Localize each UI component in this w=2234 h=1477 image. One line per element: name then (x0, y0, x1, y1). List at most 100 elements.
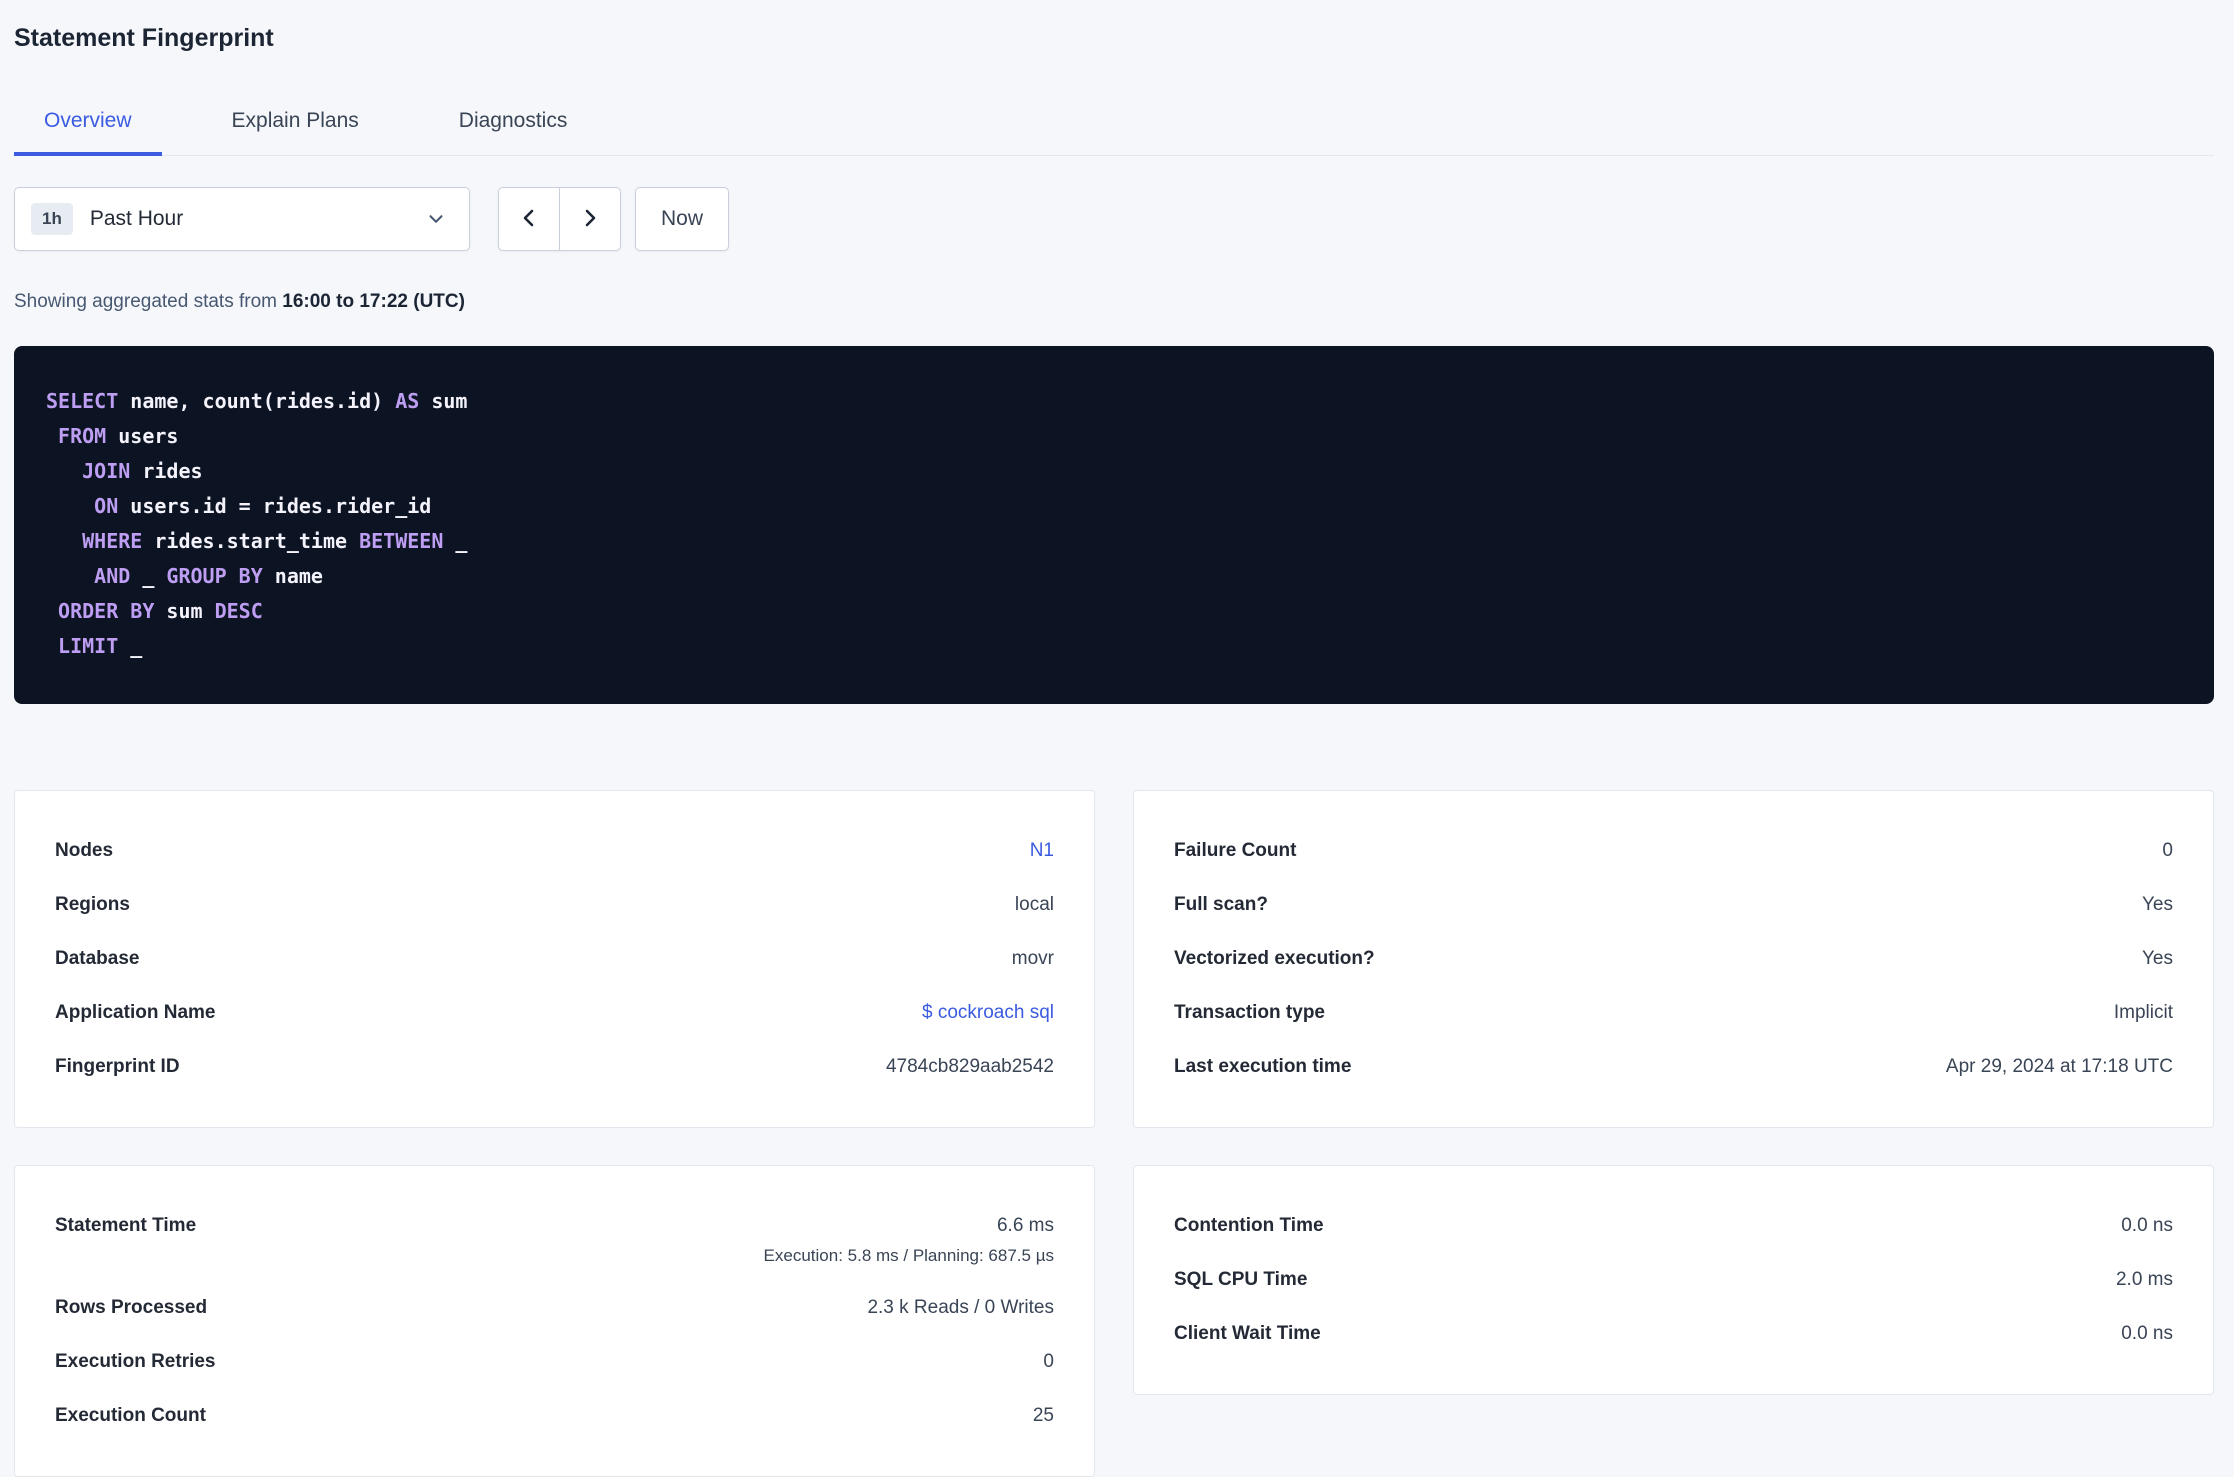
next-interval-button[interactable] (559, 187, 621, 251)
prev-interval-button[interactable] (498, 187, 560, 251)
row-value-wrap: 25 (1033, 1402, 1054, 1429)
card-row: Application Name $ cockroach sql (55, 986, 1054, 1040)
row-value: 0 (2162, 840, 2173, 861)
card-row: Database movr (55, 932, 1054, 986)
row-value-wrap: Yes (2142, 891, 2173, 918)
statement-time-card: Statement Time 6.6 ms Execution: 5.8 ms / … (14, 1165, 1095, 1477)
stats-prefix: Showing aggregated stats from (14, 291, 277, 312)
time-range-label: Past Hour (89, 207, 184, 230)
row-label: SQL CPU Time (1174, 1269, 1308, 1290)
sql-line: JOIN rides (82, 459, 203, 483)
row-label: Execution Retries (55, 1351, 216, 1372)
row-label: Contention Time (1174, 1215, 1324, 1236)
card-row: Contention Time 0.0 ns (1174, 1199, 2173, 1253)
row-value: Yes (2142, 948, 2173, 969)
row-label: Vectorized execution? (1174, 948, 1375, 969)
tab-diagnostics[interactable]: Diagnostics (429, 95, 598, 155)
sql-line: LIMIT _ (58, 634, 143, 658)
row-label: Transaction type (1174, 1002, 1325, 1023)
card-row: Rows Processed 2.3 k Reads / 0 Writes (55, 1281, 1054, 1335)
stats-range: 16:00 to 17:22 (UTC) (282, 291, 465, 312)
tab-explain-plans[interactable]: Explain Plans (202, 95, 389, 155)
sql-line: ON users.id = rides.rider_id (94, 494, 432, 518)
statement-details-card: Nodes N1 Regions local Database movr Applicati… (14, 790, 1095, 1128)
row-value: movr (1011, 948, 1054, 969)
row-value-wrap: Apr 29, 2024 at 17:18 UTC (1946, 1053, 2173, 1080)
row-value: 0.0 ns (2121, 1323, 2173, 1344)
row-value-wrap: 4784cb829aab2542 (886, 1053, 1054, 1080)
row-label: Last execution time (1174, 1056, 1352, 1077)
row-value: 6.6 ms (996, 1215, 1054, 1236)
card-row: Transaction type Implicit (1174, 986, 2173, 1040)
card-row: Statement Time 6.6 ms Execution: 5.8 ms / … (55, 1199, 1054, 1281)
row-label: Fingerprint ID (55, 1056, 180, 1077)
row-label: Application Name (55, 1002, 216, 1023)
row-value: 0.0 ns (2121, 1215, 2173, 1236)
row-value-wrap: 0.0 ns (2121, 1320, 2173, 1347)
card-row: Last execution time Apr 29, 2024 at 17:18… (1174, 1040, 2173, 1094)
row-label: Nodes (55, 840, 114, 861)
sql-statement: SELECT name, count(rides.id) AS sum FROM… (14, 346, 2214, 704)
row-label: Regions (55, 894, 130, 915)
interval-arrows (498, 187, 621, 251)
row-value-wrap: N1 (1030, 837, 1054, 864)
row-label: Execution Count (55, 1405, 206, 1426)
row-label: Full scan? (1174, 894, 1268, 915)
card-row: Regions local (55, 878, 1054, 932)
sql-line: WHERE rides.start_time BETWEEN _ (82, 529, 468, 553)
row-value: 25 (1032, 1405, 1054, 1426)
aggregated-stats-line: Showing aggregated stats from 16:00 to 1… (14, 291, 2214, 313)
statement-fingerprint-page: Statement Fingerprint Overview Explain P… (0, 0, 2234, 1477)
sql-line: ORDER BY sum DESC (58, 599, 263, 623)
row-label: Statement Time (55, 1215, 197, 1236)
row-value-wrap: 0 (1043, 1348, 1054, 1375)
chevron-down-icon (425, 208, 447, 230)
card-row: SQL CPU Time 2.0 ms (1174, 1253, 2173, 1307)
chevron-right-icon (578, 206, 602, 233)
row-value-wrap: 0 (2162, 837, 2173, 864)
execution-attributes-card: Failure Count 0 Full scan? Yes Vectorized ex… (1133, 790, 2214, 1128)
row-value-wrap: movr (1012, 945, 1054, 972)
card-row: Execution Count 25 (55, 1389, 1054, 1443)
row-value: Yes (2142, 894, 2173, 915)
row-value: 4784cb829aab2542 (885, 1056, 1054, 1077)
row-value-wrap: local (1015, 891, 1054, 918)
chevron-left-icon (517, 206, 541, 233)
sql-line: AND _ GROUP BY name (94, 564, 323, 588)
contention-card: Contention Time 0.0 ns SQL CPU Time 2.0 ms C… (1133, 1165, 2214, 1395)
row-value-wrap: 2.3 k Reads / 0 Writes (867, 1294, 1054, 1321)
card-row: Client Wait Time 0.0 ns (1174, 1307, 2173, 1361)
card-row: Vectorized execution? Yes (1174, 932, 2173, 986)
row-value-link[interactable]: $ cockroach sql (922, 999, 1054, 1026)
card-row: Execution Retries 0 (55, 1335, 1054, 1389)
tab-bar: Overview Explain Plans Diagnostics (14, 95, 2214, 156)
row-subvalue: Execution: 5.8 ms / Planning: 687.5 µs (763, 1246, 1054, 1265)
performance-cards-row: Statement Time 6.6 ms Execution: 5.8 ms / … (14, 1165, 2214, 1477)
row-label: Rows Processed (55, 1297, 208, 1318)
row-value-link[interactable]: N1 (1030, 837, 1054, 864)
row-value: Implicit (2113, 1002, 2173, 1023)
time-range-select[interactable]: 1h Past Hour (14, 187, 470, 251)
now-button[interactable]: Now (635, 187, 729, 251)
sql-line: SELECT name, count(rides.id) AS sum (46, 389, 468, 413)
row-label: Database (55, 948, 140, 969)
card-row: Fingerprint ID 4784cb829aab2542 (55, 1040, 1054, 1094)
row-value-wrap: Implicit (2114, 999, 2173, 1026)
row-value: local (1014, 894, 1054, 915)
time-range-badge: 1h (31, 203, 73, 235)
card-row: Nodes N1 (55, 824, 1054, 878)
row-value: 0 (1043, 1351, 1054, 1372)
row-label: Failure Count (1174, 840, 1297, 861)
row-value-wrap: 2.0 ms (2116, 1266, 2173, 1293)
card-row: Full scan? Yes (1174, 878, 2173, 932)
row-value: 2.3 k Reads / 0 Writes (867, 1297, 1054, 1318)
row-value-wrap: 0.0 ns (2121, 1212, 2173, 1239)
row-value: 2.0 ms (2115, 1269, 2173, 1290)
row-value: Apr 29, 2024 at 17:18 UTC (1945, 1056, 2173, 1077)
page-title: Statement Fingerprint (14, 24, 274, 52)
tab-overview[interactable]: Overview (14, 95, 162, 156)
card-row: Failure Count 0 (1174, 824, 2173, 878)
details-cards-row: Nodes N1 Regions local Database movr Applicati… (14, 790, 2214, 1128)
row-value-wrap: 6.6 ms Execution: 5.8 ms / Planning: 687.… (764, 1212, 1054, 1267)
sql-line: FROM users (58, 424, 179, 448)
